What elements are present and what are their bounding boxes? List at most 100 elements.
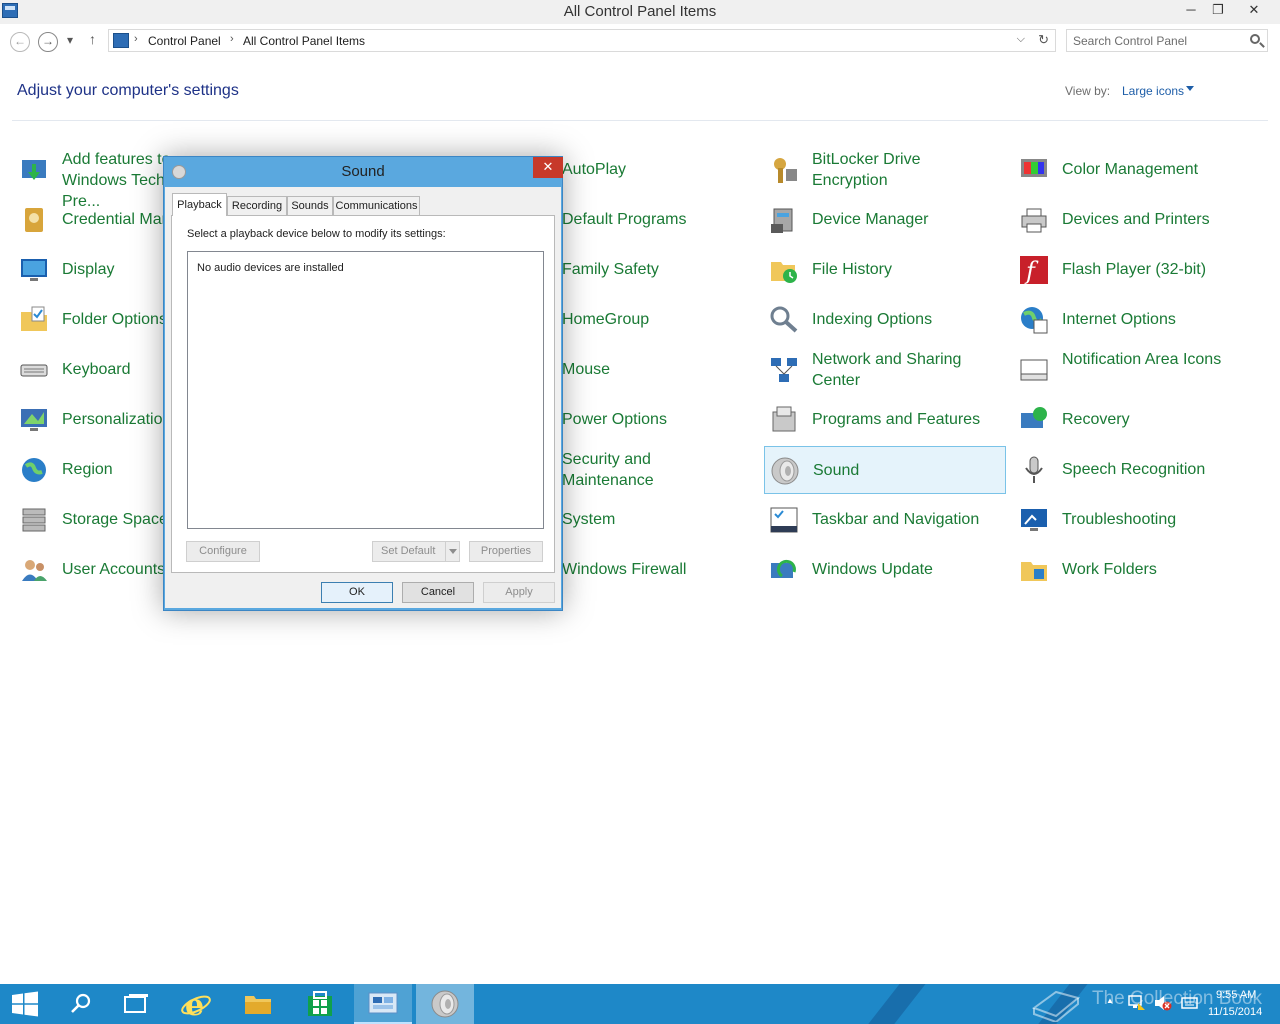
search-icon[interactable] <box>1250 34 1260 44</box>
store-icon <box>308 991 332 1016</box>
apply-button[interactable]: Apply <box>483 582 555 603</box>
control-panel-item[interactable]: Work Folders <box>1014 546 1256 594</box>
tab-playback[interactable]: Playback <box>172 193 227 216</box>
forward-button[interactable]: → <box>38 32 58 52</box>
control-panel-item[interactable]: File History <box>764 246 1006 294</box>
playback-device-list[interactable]: No audio devices are installed <box>187 251 544 529</box>
tab-communications[interactable]: Communications <box>333 196 420 215</box>
dialog-body: Playback Recording Sounds Communications… <box>165 187 561 608</box>
file-explorer-button[interactable] <box>230 984 286 1024</box>
storage-spaces-icon <box>18 504 50 536</box>
dialog-title: Sound <box>341 163 385 180</box>
set-default-label: Set Default <box>381 545 436 557</box>
control-panel-item[interactable]: Speech Recognition <box>1014 446 1256 494</box>
recent-locations-button[interactable]: ▾ <box>67 33 73 47</box>
control-panel-item-label: Device Manager <box>812 211 929 228</box>
speech-recognition-icon <box>1018 454 1050 486</box>
up-button[interactable]: ↑ <box>89 31 96 47</box>
window-titlebar[interactable]: All Control Panel Items ─ ❐ ✕ <box>0 0 1280 24</box>
task-view-button[interactable] <box>108 984 164 1024</box>
control-panel-item[interactable]: Internet Options <box>1014 296 1256 344</box>
address-bar[interactable]: › Control Panel › All Control Panel Item… <box>108 29 1056 52</box>
control-panel-item-label: Programs and Features <box>812 411 981 428</box>
control-panel-item[interactable]: BitLocker Drive Encryption <box>764 146 1006 194</box>
control-panel-item[interactable]: Network and Sharing Center <box>764 346 1006 394</box>
control-panel-item[interactable]: Indexing Options <box>764 296 1006 344</box>
task-view-icon <box>124 994 148 1013</box>
control-panel-item[interactable]: Notification Area Icons <box>1014 346 1256 394</box>
breadcrumb-separator[interactable]: › <box>230 33 234 45</box>
tab-sounds[interactable]: Sounds <box>287 196 333 215</box>
control-panel-item-label: Notification Area Icons <box>1062 351 1222 368</box>
chevron-down-icon[interactable] <box>445 542 459 561</box>
ok-button[interactable]: OK <box>321 582 393 603</box>
control-panel-item[interactable]: Taskbar and Navigation <box>764 496 1006 544</box>
properties-button[interactable]: Properties <box>469 541 543 562</box>
sound-icon <box>431 990 459 1018</box>
control-panel-item-label: Default Programs <box>562 211 687 228</box>
control-panel-item[interactable]: Troubleshooting <box>1014 496 1256 544</box>
control-panel-item[interactable]: f Flash Player (32-bit) <box>1014 246 1256 294</box>
breadcrumb-control-panel[interactable]: Control Panel <box>148 34 221 48</box>
taskbar: e ▲ 9:55 AM 11/15/2014 <box>0 984 1280 1024</box>
control-panel-item[interactable]: Color Management <box>1014 146 1256 194</box>
programs-features-icon <box>768 404 800 436</box>
control-panel-item-label: System <box>562 511 616 528</box>
cancel-button[interactable]: Cancel <box>402 582 474 603</box>
search-taskbar-button[interactable] <box>52 984 108 1024</box>
configure-button[interactable]: Configure <box>186 541 260 562</box>
start-button[interactable] <box>0 984 56 1024</box>
start-icon <box>12 991 38 1017</box>
window-title: All Control Panel Items <box>563 3 717 20</box>
control-panel-item-label: Indexing Options <box>812 311 933 328</box>
store-button[interactable] <box>292 984 348 1024</box>
refresh-button[interactable]: ↻ <box>1038 32 1049 48</box>
control-panel-item[interactable]: Recovery <box>1014 396 1256 444</box>
control-panel-item-label: Devices and Printers <box>1062 211 1210 228</box>
control-panel-item[interactable]: Devices and Printers <box>1014 196 1256 244</box>
taskbar-navigation-icon <box>768 504 800 536</box>
control-panel-item-label: Windows Update <box>812 561 933 578</box>
back-button[interactable]: ← <box>10 32 30 52</box>
color-management-icon <box>1018 154 1050 186</box>
control-panel-icon <box>368 992 398 1014</box>
control-panel-item[interactable]: Windows Update <box>764 546 1006 594</box>
breadcrumb-all-items[interactable]: All Control Panel Items <box>243 34 365 48</box>
control-panel-item-label: File History <box>812 261 893 278</box>
set-default-button[interactable]: Set Default <box>372 541 460 562</box>
control-panel-item[interactable]: Programs and Features <box>764 396 1006 444</box>
restore-button[interactable]: ❐ <box>1204 0 1232 22</box>
sound-taskbar-button[interactable] <box>416 984 474 1024</box>
book-icon <box>1031 990 1081 1022</box>
search-box[interactable] <box>1066 29 1268 52</box>
internet-explorer-button[interactable]: e <box>170 984 226 1024</box>
page-title: Adjust your computer's settings <box>17 82 239 99</box>
search-input[interactable] <box>1073 33 1243 48</box>
dialog-close-button[interactable]: ✕ <box>533 157 563 178</box>
address-dropdown-button[interactable]: ⌵ <box>1017 33 1025 46</box>
control-panel-item-label: Sound <box>813 462 860 479</box>
control-panel-item-label: Power Options <box>562 411 667 428</box>
recovery-icon <box>1018 404 1050 436</box>
chevron-down-icon[interactable] <box>1186 86 1194 91</box>
control-panel-item-label: HomeGroup <box>562 311 650 328</box>
control-panel-item[interactable]: Device Manager <box>764 196 1006 244</box>
view-by-dropdown[interactable]: Large icons <box>1122 84 1184 98</box>
add-features-icon <box>18 154 50 186</box>
tab-recording[interactable]: Recording <box>227 196 287 215</box>
sound-dialog: Sound ✕ Playback Recording Sounds Commun… <box>163 156 563 611</box>
control-panel-item[interactable]: Sound <box>764 446 1006 494</box>
close-button[interactable]: ✕ <box>1240 0 1268 22</box>
keyboard-icon <box>18 354 50 386</box>
desktop: All Control Panel Items ─ ❐ ✕ ← → ▾ ↑ › … <box>0 0 1280 1024</box>
control-panel-item-label: Taskbar and Navigation <box>812 511 980 528</box>
search-icon <box>71 993 91 1013</box>
minimize-button[interactable]: ─ <box>1177 0 1205 22</box>
control-panel-item-label: Recovery <box>1062 411 1130 428</box>
control-panel-item-label: Troubleshooting <box>1062 511 1177 528</box>
control-panel-taskbar-button[interactable] <box>354 984 412 1024</box>
control-panel-item-label: Network and Sharing Center <box>812 351 962 389</box>
breadcrumb-separator[interactable]: › <box>134 33 138 45</box>
bitlocker-icon <box>768 154 800 186</box>
control-panel-item-label: Family Safety <box>562 261 659 278</box>
